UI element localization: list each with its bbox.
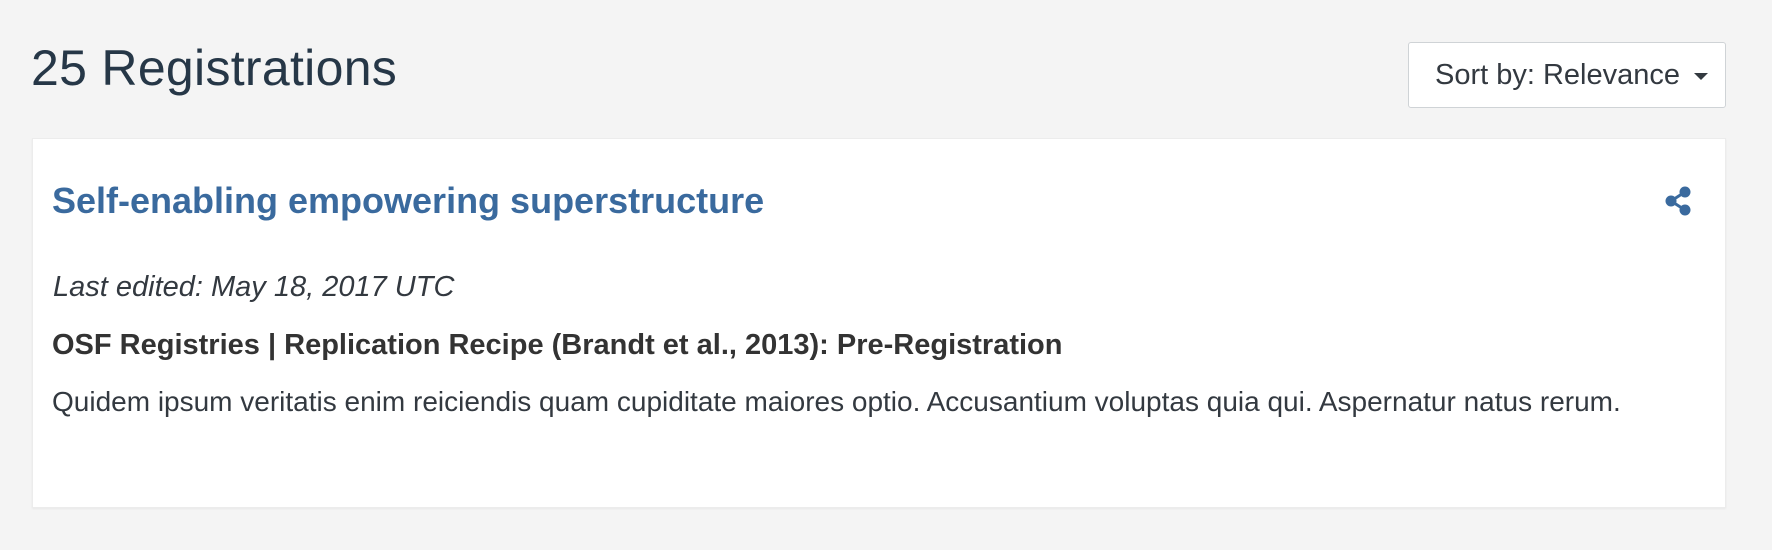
results-count-heading: 25 Registrations: [31, 40, 398, 96]
sort-dropdown-label: Sort by: Relevance: [1435, 59, 1681, 91]
caret-down-icon: [1694, 72, 1709, 80]
registration-title-link[interactable]: Self-enabling empowering superstructure: [52, 179, 764, 223]
last-edited-date: Last edited: May 18, 2017 UTC: [53, 271, 455, 303]
registration-provider-and-type: OSF Registries | Replication Recipe (Bra…: [52, 329, 1063, 361]
share-icon[interactable]: [1663, 185, 1693, 217]
sort-dropdown[interactable]: Sort by: Relevance: [1408, 42, 1726, 108]
registrations-results-page: 25 Registrations Sort by: Relevance Self…: [0, 0, 1772, 550]
registration-description: Quidem ipsum veritatis enim reiciendis q…: [52, 386, 1621, 417]
registration-result-card: Self-enabling empowering superstructure …: [32, 138, 1726, 508]
